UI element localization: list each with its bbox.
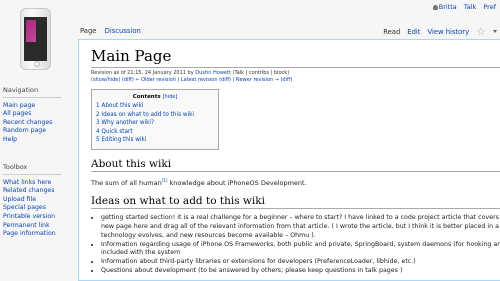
nav-main-page[interactable]: Main page: [3, 102, 61, 111]
tab-discussion[interactable]: Discussion: [105, 27, 141, 35]
view-tabs: Read Edit View history ☆: [376, 25, 497, 38]
toolbox-printable-version[interactable]: Printable version: [3, 213, 61, 222]
toc-header: Contents [hide]: [96, 93, 214, 102]
revision-user-tools: (Talk | contribs | block): [230, 70, 290, 76]
list-item: Information about third-party libraries …: [101, 258, 500, 267]
toolbox-permanent-link[interactable]: Permanent link: [3, 222, 61, 231]
personal-tools: Britta Talk Pref: [428, 3, 496, 11]
toc-title: Contents: [132, 94, 161, 100]
nav-random-page[interactable]: Random page: [3, 127, 61, 136]
toolbox-what-links-here[interactable]: What links here: [3, 179, 61, 188]
watch-star-icon[interactable]: ☆: [476, 25, 486, 38]
revision-text: Revision as of 21:15, 24 January 2011 by: [91, 70, 196, 76]
toc-hide-link[interactable]: [hide]: [163, 94, 178, 100]
namespace-tabs: Page Discussion: [80, 27, 141, 35]
more-actions-dropdown-icon[interactable]: [493, 30, 497, 33]
toolbox-heading: Toolbox: [3, 163, 61, 175]
phone-logo-icon: [20, 8, 51, 70]
list-item: Questions about development (to be answe…: [101, 267, 500, 276]
user-name-link[interactable]: Britta: [439, 3, 457, 11]
table-of-contents: Contents [hide] 1 About this wiki 2 Idea…: [91, 89, 219, 150]
list-item: Information regarding usage of iPhone OS…: [101, 241, 500, 250]
tab-edit[interactable]: Edit: [407, 28, 420, 36]
tab-view-history[interactable]: View history: [427, 28, 469, 36]
toolbox-related-changes[interactable]: Related changes: [3, 187, 61, 196]
list-item-continued: technology evolves, and new resources be…: [101, 231, 316, 239]
section-heading-about: About this wiki: [91, 158, 500, 172]
content-area: Main Page Revision as of 21:15, 24 Janua…: [78, 39, 500, 281]
ideas-list: getting started section! it is a real ch…: [91, 214, 500, 276]
site-logo[interactable]: [20, 8, 51, 70]
nav-all-pages[interactable]: All pages: [3, 110, 61, 119]
toc-item[interactable]: 4 Quick start: [96, 128, 214, 137]
toc-item[interactable]: 2 Ideas on what to add to this wiki: [96, 111, 214, 120]
about-text: The sum of all human: [91, 179, 162, 188]
list-item: getting started section! it is a real ch…: [101, 214, 500, 223]
toolbox-special-pages[interactable]: Special pages: [3, 204, 61, 213]
section-heading-ideas: Ideas on what to add to this wiki: [91, 195, 500, 210]
navigation-panel: Navigation Main page All pages Recent ch…: [3, 86, 61, 145]
list-item-continued: included with the system: [101, 249, 181, 257]
toc-item[interactable]: 1 About this wiki: [96, 102, 214, 111]
talk-link[interactable]: Talk: [464, 3, 476, 11]
navigation-heading: Navigation: [3, 86, 61, 98]
toolbox-page-information[interactable]: Page information: [3, 230, 61, 239]
toc-item[interactable]: 5 Editing this wiki: [96, 136, 214, 145]
list-item-continued: new page here and drag all of the releva…: [101, 222, 500, 230]
toolbox-upload-file[interactable]: Upload file: [3, 196, 61, 205]
revision-user-link[interactable]: Dustin Howett: [195, 70, 231, 76]
page-title: Main Page: [91, 47, 500, 68]
nav-help[interactable]: Help: [3, 136, 61, 145]
revision-info: Revision as of 21:15, 24 January 2011 by…: [91, 70, 500, 84]
about-paragraph: The sum of all human[1] knowledge about …: [91, 178, 500, 187]
revision-navigation: (show/hide) (diff) ← Older revision | La…: [91, 77, 293, 83]
user-icon: [432, 5, 438, 10]
tab-page[interactable]: Page: [80, 27, 96, 35]
preferences-link[interactable]: Pref: [483, 3, 496, 11]
toc-item[interactable]: 3 Why another wiki?: [96, 119, 214, 128]
user-link[interactable]: Britta: [432, 3, 457, 11]
nav-recent-changes[interactable]: Recent changes: [3, 119, 61, 128]
about-text-end: knowledge about iPhoneOS Development.: [167, 179, 307, 188]
toolbox-panel: Toolbox What links here Related changes …: [3, 163, 61, 239]
tab-read[interactable]: Read: [383, 28, 400, 36]
